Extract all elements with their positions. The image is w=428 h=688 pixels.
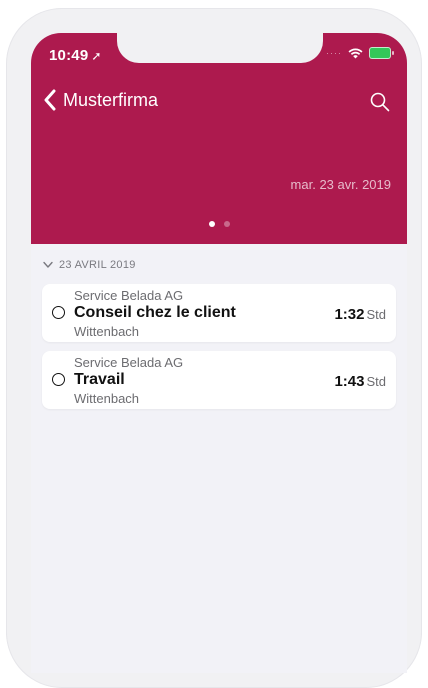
header-date: mar. 23 avr. 2019 (290, 177, 391, 192)
section-header[interactable]: 23 AVRIL 2019 (43, 259, 136, 271)
wifi-icon (348, 48, 363, 58)
chevron-left-icon (44, 89, 56, 111)
entry-company: Service Belada AG (74, 355, 184, 370)
page-indicator[interactable] (31, 221, 407, 227)
app-screen: 10:49 ➚ ···· Musterfirma mar. 23 avr. 201… (31, 33, 407, 673)
back-button[interactable]: Musterfirma (43, 89, 158, 111)
status-indicators: ···· (326, 47, 394, 59)
entry-duration: 1:32 Std (334, 306, 386, 323)
entry-duration-unit: Std (366, 307, 386, 322)
entry-duration: 1:43 Std (334, 373, 386, 390)
time-entry-card[interactable]: Service Belada AG Conseil chez le client… (42, 284, 396, 342)
page-dot[interactable] (223, 221, 230, 227)
back-button-label: Musterfirma (63, 89, 159, 110)
header-banner: 10:49 ➚ ···· Musterfirma mar. 23 avr. 201… (31, 33, 407, 244)
entry-place: Wittenbach (74, 324, 140, 339)
entry-title: Travail (74, 371, 125, 388)
battery-icon (369, 47, 394, 59)
page-dot-active[interactable] (208, 221, 215, 227)
section-title: 23 AVRIL 2019 (59, 259, 136, 271)
entry-place: Wittenbach (74, 391, 140, 406)
device-notch (117, 33, 323, 63)
entry-duration-value: 1:43 (334, 373, 365, 390)
time-entry-card[interactable]: Service Belada AG Travail Wittenbach 1:4… (42, 351, 396, 409)
chevron-down-icon (43, 261, 53, 268)
status-time-text: 10:49 (49, 47, 89, 64)
entry-radio[interactable] (52, 306, 65, 319)
status-time: 10:49 ➚ (49, 47, 102, 64)
entry-title: Conseil chez le client (74, 304, 236, 321)
signal-icon: ···· (326, 48, 342, 58)
entry-company: Service Belada AG (74, 288, 184, 303)
entry-duration-unit: Std (366, 374, 386, 389)
entry-duration-value: 1:32 (334, 306, 365, 323)
location-arrow-icon: ➚ (91, 49, 102, 63)
entry-radio[interactable] (52, 373, 65, 386)
search-icon[interactable] (369, 91, 391, 113)
